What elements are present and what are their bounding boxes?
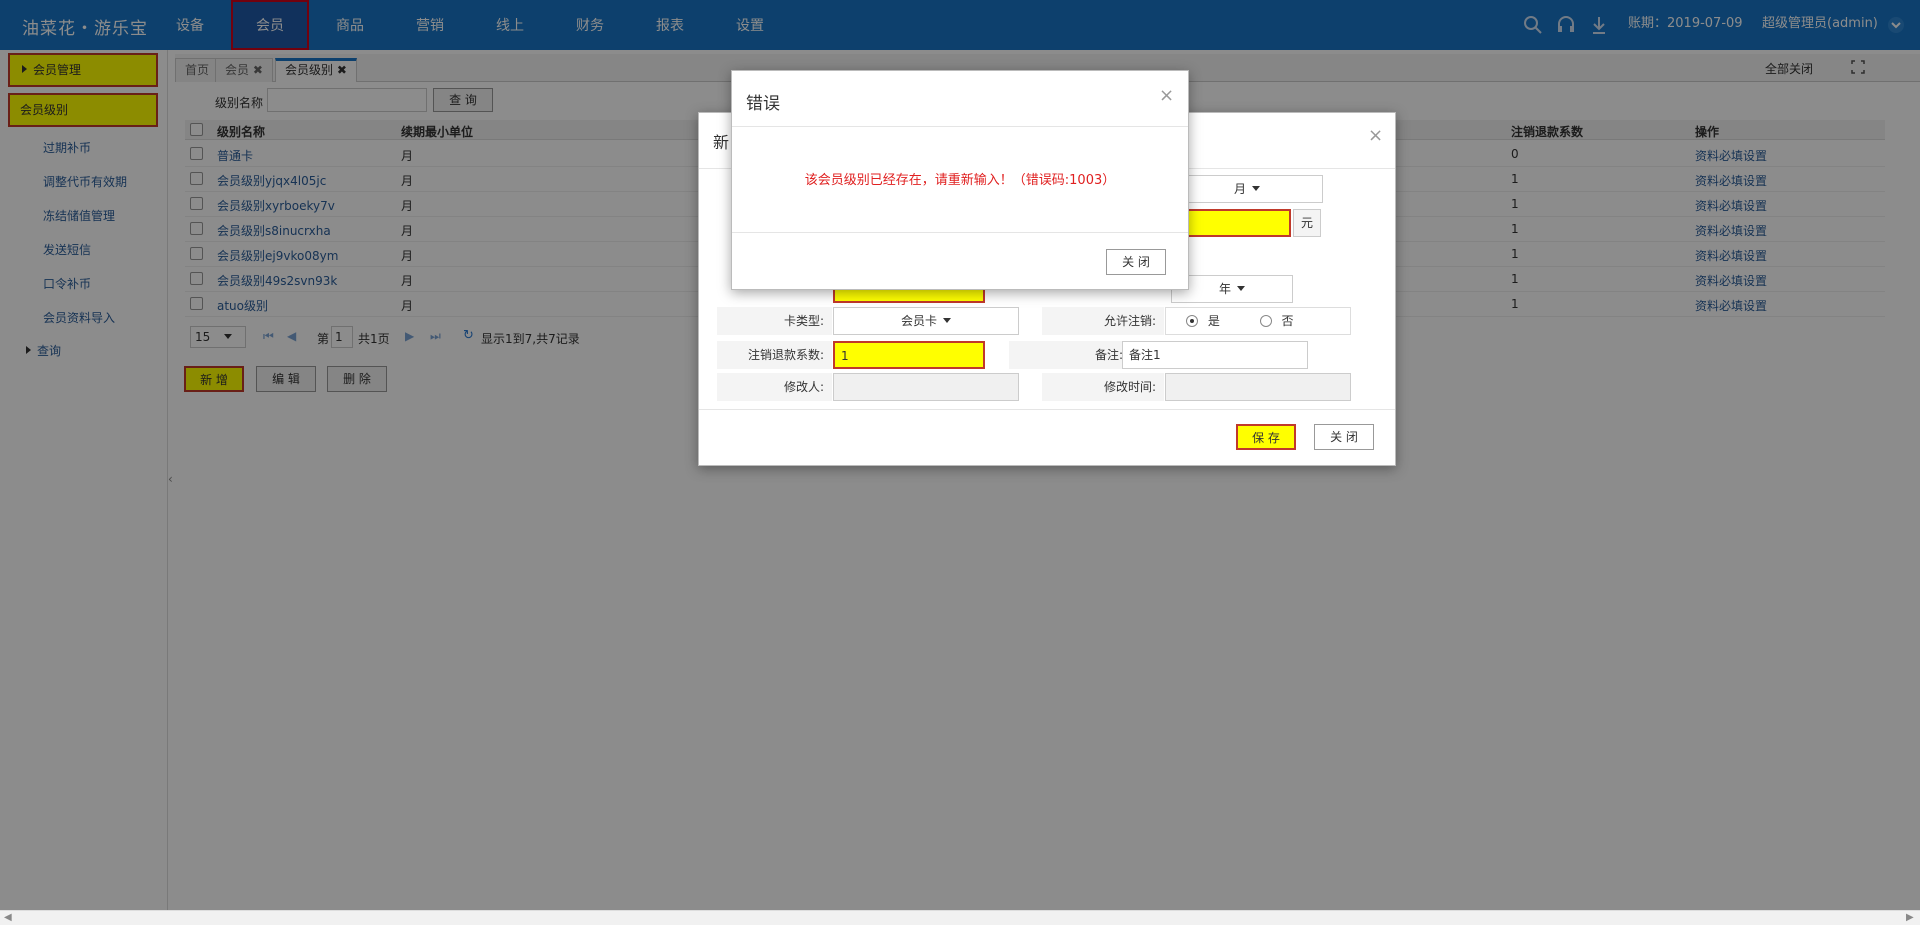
allow-cancel-radios: 是 否 bbox=[1165, 307, 1351, 335]
add-level-modal-title: 新 bbox=[713, 133, 730, 152]
scroll-left-icon[interactable]: ◀ bbox=[4, 912, 12, 923]
error-modal-title: 错误 bbox=[746, 94, 780, 114]
horizontal-scrollbar[interactable]: ◀ ▶ bbox=[0, 910, 1920, 925]
modifier-label: 修改人: bbox=[717, 373, 832, 401]
yuan-unit: 元 bbox=[1293, 209, 1321, 237]
year-select[interactable]: 年 bbox=[1171, 275, 1293, 303]
error-modal: 错误 × 该会员级别已经存在，请重新输入！（错误码:1003） 关 闭 bbox=[731, 70, 1189, 290]
modifier-field bbox=[833, 373, 1019, 401]
close-icon[interactable]: × bbox=[1159, 85, 1174, 106]
card-type-label: 卡类型: bbox=[717, 307, 832, 335]
divider bbox=[732, 232, 1188, 233]
refund-coef-input[interactable]: 1 bbox=[833, 341, 985, 369]
radio-no-label: 否 bbox=[1281, 314, 1294, 328]
caret-down-icon bbox=[943, 318, 951, 323]
refund-coef-label: 注销退款系数: bbox=[717, 341, 832, 369]
allow-cancel-label: 允许注销: bbox=[1042, 307, 1164, 335]
unit-select-value: 月 bbox=[1233, 182, 1246, 196]
close-icon[interactable]: × bbox=[1368, 125, 1383, 146]
divider bbox=[732, 126, 1188, 127]
caret-down-icon bbox=[1252, 186, 1260, 191]
modified-time-label: 修改时间: bbox=[1042, 373, 1164, 401]
divider bbox=[699, 409, 1395, 410]
remark-input[interactable]: 备注1 bbox=[1122, 341, 1308, 369]
card-type-value: 会员卡 bbox=[900, 314, 937, 328]
scroll-right-icon[interactable]: ▶ bbox=[1906, 912, 1914, 923]
caret-down-icon bbox=[1237, 286, 1245, 291]
amount-input[interactable] bbox=[1171, 209, 1291, 237]
save-button[interactable]: 保 存 bbox=[1236, 424, 1296, 450]
radio-yes[interactable] bbox=[1186, 315, 1198, 327]
remark-label: 备注: bbox=[1009, 341, 1131, 369]
unit-select[interactable]: 月 bbox=[1171, 175, 1323, 203]
radio-no[interactable] bbox=[1259, 315, 1272, 327]
error-close-button[interactable]: 关 闭 bbox=[1106, 249, 1166, 275]
modified-time-field bbox=[1165, 373, 1351, 401]
card-type-select[interactable]: 会员卡 bbox=[833, 307, 1019, 335]
year-select-value: 年 bbox=[1218, 282, 1231, 296]
radio-yes-label: 是 bbox=[1207, 314, 1220, 328]
error-message: 该会员级别已经存在，请重新输入！（错误码:1003） bbox=[804, 173, 1116, 188]
form-close-button[interactable]: 关 闭 bbox=[1314, 424, 1374, 450]
